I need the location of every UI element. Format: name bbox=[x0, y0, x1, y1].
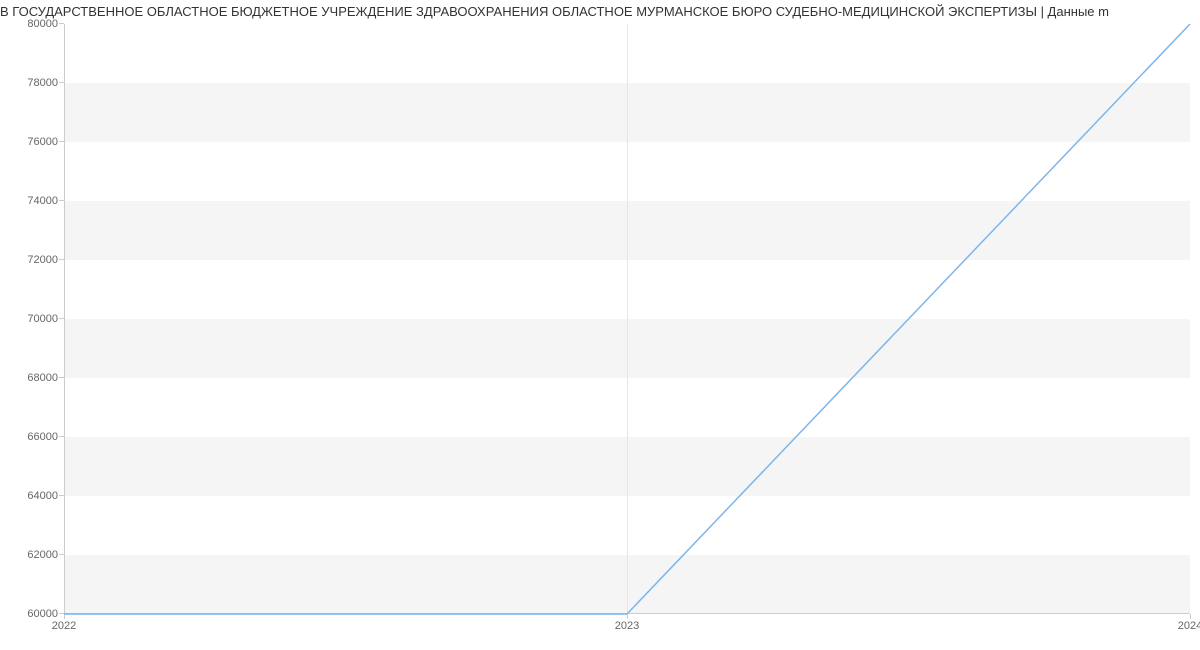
series-line bbox=[64, 24, 1190, 614]
chart-title: В ГОСУДАРСТВЕННОЕ ОБЛАСТНОЕ БЮДЖЕТНОЕ УЧ… bbox=[0, 0, 1200, 19]
y-tick-label: 66000 bbox=[27, 431, 64, 443]
line-layer bbox=[64, 24, 1190, 614]
y-tick-label: 74000 bbox=[27, 195, 64, 207]
x-tick-label: 2024 bbox=[1178, 614, 1200, 632]
y-tick-label: 70000 bbox=[27, 313, 64, 325]
y-tick-label: 68000 bbox=[27, 372, 64, 384]
y-tick-label: 76000 bbox=[27, 136, 64, 148]
y-tick-label: 64000 bbox=[27, 490, 64, 502]
x-tick-label: 2023 bbox=[615, 614, 639, 632]
plot-area: 60000 62000 64000 66000 68000 70000 7200… bbox=[64, 24, 1190, 614]
y-tick-label: 62000 bbox=[27, 549, 64, 561]
x-tick-label: 2022 bbox=[52, 614, 76, 632]
y-tick-label: 78000 bbox=[27, 77, 64, 89]
y-tick-label: 80000 bbox=[27, 18, 64, 30]
chart-container: В ГОСУДАРСТВЕННОЕ ОБЛАСТНОЕ БЮДЖЕТНОЕ УЧ… bbox=[0, 0, 1200, 650]
y-tick-label: 72000 bbox=[27, 254, 64, 266]
